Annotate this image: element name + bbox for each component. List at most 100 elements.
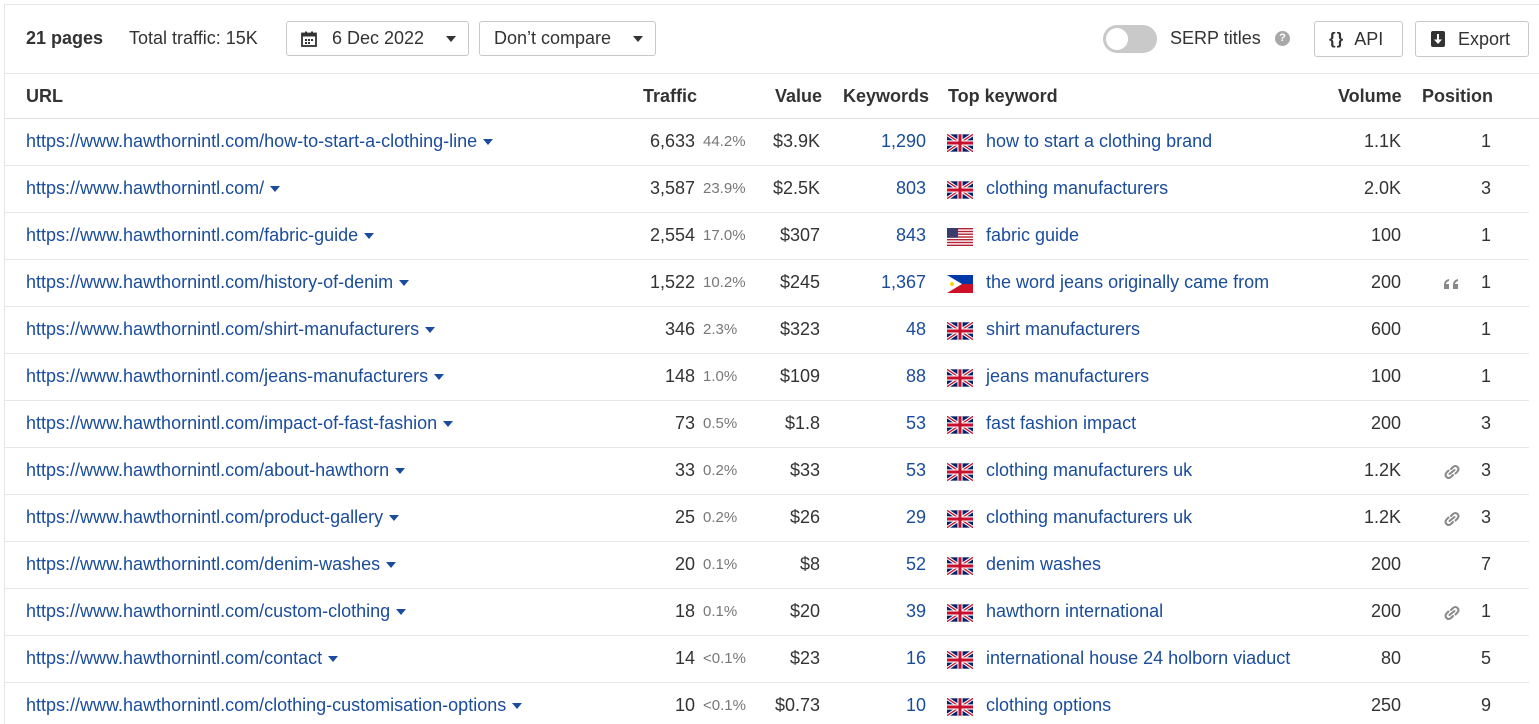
column-header-position[interactable]: Position [1422, 86, 1493, 107]
chevron-down-icon[interactable] [396, 609, 407, 615]
chevron-down-icon[interactable] [399, 280, 410, 286]
page-url-link[interactable]: https://www.hawthornintl.com/fabric-guid… [26, 225, 375, 246]
api-label: API [1354, 28, 1384, 49]
page-url-link[interactable]: https://www.hawthornintl.com/jeans-manuf… [26, 366, 445, 387]
serp-titles-toggle[interactable] [1103, 25, 1157, 53]
chevron-down-icon[interactable] [395, 468, 406, 474]
keywords-count-link[interactable]: 843 [896, 225, 926, 246]
chevron-down-icon[interactable] [425, 327, 436, 333]
chevron-down-icon[interactable] [389, 515, 400, 521]
chevron-down-icon[interactable] [328, 656, 339, 662]
keywords-count-link[interactable]: 803 [896, 178, 926, 199]
traffic-value-usd: $26 [789, 507, 820, 527]
table-row: https://www.hawthornintl.com/how-to-star… [5, 119, 1529, 166]
export-button[interactable]: Export [1415, 21, 1529, 57]
chevron-down-icon[interactable] [483, 139, 494, 145]
column-header-value[interactable]: Value [775, 86, 822, 107]
column-header-keywords[interactable]: Keywords [843, 86, 929, 107]
calendar-icon [301, 31, 317, 47]
traffic-share: <0.1% [703, 650, 746, 667]
keywords-count-link[interactable]: 39 [906, 601, 926, 622]
chevron-down-icon[interactable] [386, 562, 397, 568]
keywords-count-link[interactable]: 48 [906, 319, 926, 340]
keywords-count-link[interactable]: 53 [906, 460, 926, 481]
traffic-value-usd: $2.5K [772, 178, 820, 198]
top-keyword-link[interactable]: international house 24 holborn viaduct [986, 648, 1290, 669]
uk-flag-icon [947, 134, 973, 152]
top-keyword-link[interactable]: clothing manufacturers [986, 178, 1168, 199]
page-url-link[interactable]: https://www.hawthornintl.com/custom-clot… [26, 601, 407, 622]
traffic-value-usd: $33 [789, 460, 820, 480]
search-volume: 200 [1370, 554, 1401, 574]
traffic-share: 44.2% [703, 133, 746, 150]
api-button[interactable]: {} API [1314, 21, 1403, 57]
traffic-value: 25 [674, 507, 695, 527]
page-url-link[interactable]: https://www.hawthornintl.com/about-hawth… [26, 460, 406, 481]
traffic-share: 17.0% [703, 227, 746, 244]
chevron-down-icon[interactable] [443, 421, 454, 427]
top-keyword-link[interactable]: denim washes [986, 554, 1101, 575]
chevron-down-icon[interactable] [434, 374, 445, 380]
page-url-link[interactable]: https://www.hawthornintl.com/contact [26, 648, 339, 669]
top-keyword-link[interactable]: hawthorn international [986, 601, 1163, 622]
page-url-link[interactable]: https://www.hawthornintl.com/history-of-… [26, 272, 410, 293]
uk-flag-icon [947, 651, 973, 669]
ph-flag-icon [947, 275, 973, 293]
help-icon[interactable]: ? [1275, 31, 1290, 46]
quote-icon [1443, 276, 1461, 292]
page-url-link[interactable]: https://www.hawthornintl.com/ [26, 178, 281, 199]
export-label: Export [1458, 28, 1511, 49]
chevron-down-icon[interactable] [512, 703, 523, 709]
uk-flag-icon [947, 698, 973, 716]
keyword-position: 1 [1480, 272, 1491, 292]
keyword-position: 3 [1480, 507, 1491, 527]
column-header-traffic[interactable]: Traffic [643, 86, 697, 107]
table-row: https://www.hawthornintl.com/impact-of-f… [5, 401, 1529, 448]
top-keyword-link[interactable]: clothing manufacturers uk [986, 460, 1192, 481]
keywords-count-link[interactable]: 16 [906, 648, 926, 669]
keywords-count-link[interactable]: 53 [906, 413, 926, 434]
traffic-value: 346 [664, 319, 695, 339]
us-flag-icon [947, 228, 973, 246]
top-keyword-link[interactable]: clothing options [986, 695, 1111, 716]
top-keyword-link[interactable]: fabric guide [986, 225, 1079, 246]
page-url-link[interactable]: https://www.hawthornintl.com/impact-of-f… [26, 413, 454, 434]
top-keyword-link[interactable]: jeans manufacturers [986, 366, 1149, 387]
traffic-value-usd: $8 [799, 554, 820, 574]
traffic-value-usd: $323 [779, 319, 820, 339]
page-url-link[interactable]: https://www.hawthornintl.com/how-to-star… [26, 131, 494, 152]
keyword-position: 7 [1480, 554, 1491, 574]
uk-flag-icon [947, 463, 973, 481]
url-text: https://www.hawthornintl.com/fabric-guid… [26, 225, 359, 245]
compare-dropdown[interactable]: Don’t compare [479, 21, 656, 56]
chevron-down-icon[interactable] [364, 233, 375, 239]
url-text: https://www.hawthornintl.com/custom-clot… [26, 601, 391, 621]
top-keyword-link[interactable]: shirt manufacturers [986, 319, 1140, 340]
keyword-position: 5 [1480, 648, 1491, 668]
page-url-link[interactable]: https://www.hawthornintl.com/product-gal… [26, 507, 400, 528]
keywords-count-link[interactable]: 29 [906, 507, 926, 528]
search-volume: 100 [1370, 225, 1401, 245]
page-url-link[interactable]: https://www.hawthornintl.com/denim-washe… [26, 554, 397, 575]
column-header-url[interactable]: URL [26, 86, 63, 107]
top-keyword-link[interactable]: fast fashion impact [986, 413, 1136, 434]
column-header-volume[interactable]: Volume [1338, 86, 1402, 107]
keywords-count-link[interactable]: 52 [906, 554, 926, 575]
page-url-link[interactable]: https://www.hawthornintl.com/clothing-cu… [26, 695, 523, 716]
column-header-top-keyword[interactable]: Top keyword [948, 86, 1058, 107]
search-volume: 1.2K [1363, 460, 1401, 480]
top-keyword-link[interactable]: how to start a clothing brand [986, 131, 1212, 152]
keywords-count-link[interactable]: 10 [906, 695, 926, 716]
keywords-count-link[interactable]: 88 [906, 366, 926, 387]
keywords-count-link[interactable]: 1,367 [881, 272, 926, 293]
page-url-link[interactable]: https://www.hawthornintl.com/shirt-manuf… [26, 319, 436, 340]
url-text: https://www.hawthornintl.com/impact-of-f… [26, 413, 438, 433]
chevron-down-icon[interactable] [270, 186, 281, 192]
date-dropdown[interactable]: 6 Dec 2022 [286, 21, 469, 56]
top-keyword-link[interactable]: clothing manufacturers uk [986, 507, 1192, 528]
traffic-share: 2.3% [703, 321, 738, 338]
search-volume: 1.2K [1363, 507, 1401, 527]
url-text: https://www.hawthornintl.com/product-gal… [26, 507, 384, 527]
keywords-count-link[interactable]: 1,290 [881, 131, 926, 152]
top-keyword-link[interactable]: the word jeans originally came from [986, 272, 1269, 293]
